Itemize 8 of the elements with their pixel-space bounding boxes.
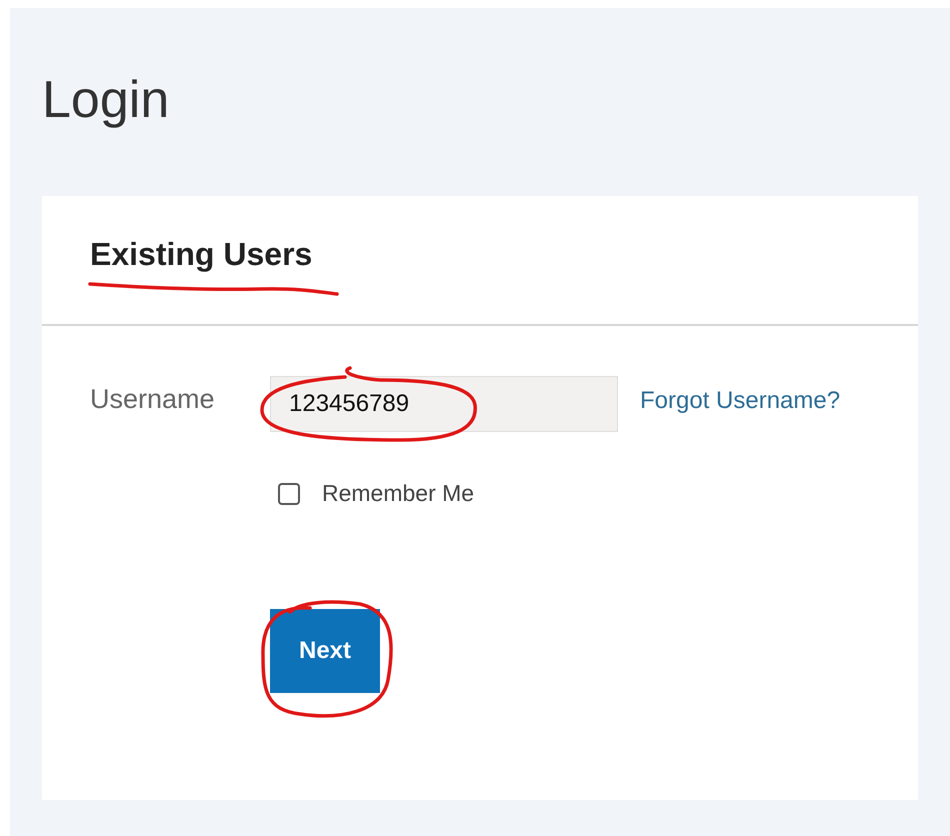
page-title: Login — [42, 70, 170, 130]
username-field[interactable]: 123456789 — [270, 376, 618, 432]
remember-me-label: Remember Me — [322, 480, 474, 507]
next-button[interactable]: Next — [270, 609, 380, 693]
card-heading: Existing Users — [90, 236, 312, 273]
remember-me-checkbox[interactable] — [278, 482, 300, 504]
username-label: Username — [90, 384, 216, 414]
forgot-username-link[interactable]: Forgot Username? — [640, 387, 840, 415]
